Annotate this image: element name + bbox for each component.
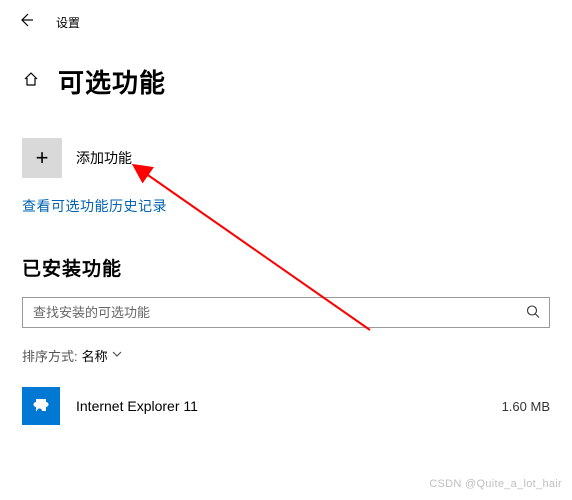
plus-icon: +	[22, 138, 62, 178]
sort-label: 排序方式:	[22, 346, 78, 365]
title-row: 可选功能	[0, 41, 572, 118]
search-wrap	[22, 297, 550, 328]
add-feature-button[interactable]: + 添加功能	[22, 138, 132, 178]
watermark: CSDN @Quite_a_lot_hair	[429, 478, 562, 490]
top-bar: 设置	[0, 0, 572, 41]
history-link[interactable]: 查看可选功能历史记录	[22, 196, 550, 216]
installed-item[interactable]: Internet Explorer 11 1.60 MB	[22, 381, 550, 431]
search-input[interactable]	[22, 297, 550, 328]
settings-breadcrumb: 设置	[56, 14, 80, 31]
add-feature-label: 添加功能	[76, 148, 132, 168]
app-size: 1.60 MB	[502, 399, 550, 414]
sort-value: 名称	[82, 346, 108, 365]
page-title: 可选功能	[58, 63, 166, 100]
sort-row: 排序方式: 名称	[22, 346, 550, 365]
sort-select[interactable]: 名称	[82, 346, 122, 365]
app-name: Internet Explorer 11	[76, 398, 486, 414]
home-icon[interactable]	[22, 70, 40, 93]
extension-icon	[22, 387, 60, 425]
installed-heading: 已安装功能	[22, 254, 550, 281]
back-icon[interactable]	[18, 12, 34, 33]
chevron-down-icon	[112, 349, 122, 362]
